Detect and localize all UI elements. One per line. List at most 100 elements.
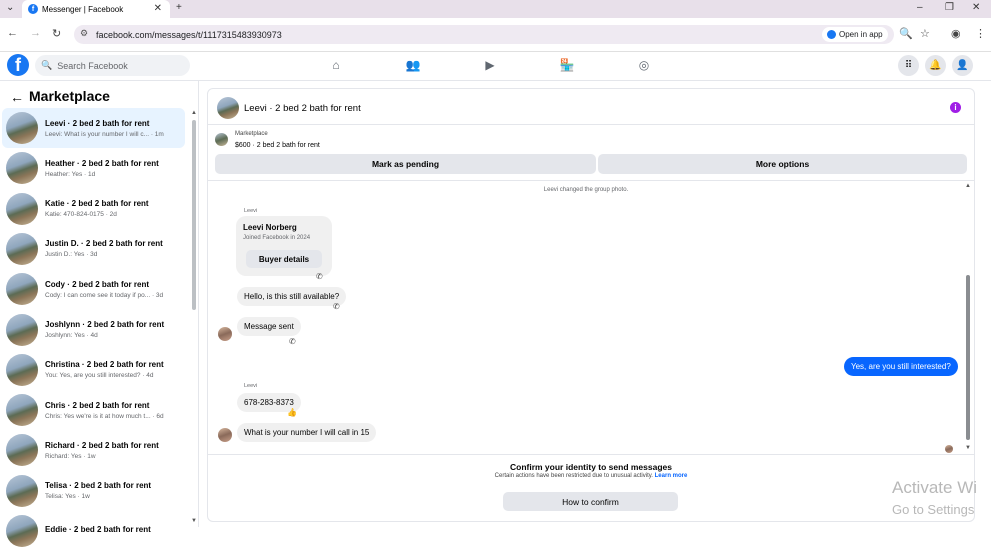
conversation-item[interactable]: Heather · 2 bed 2 bath for rent Heather: … [2, 148, 185, 188]
how-to-confirm-button[interactable]: How to confirm [503, 492, 678, 511]
conversation-item[interactable]: Justin D. · 2 bed 2 bath for rent Justin … [2, 229, 185, 269]
mark-as-pending-button[interactable]: Mark as pending [215, 154, 596, 174]
url-field[interactable]: ⚙ facebook.com/messages/t/11173154839309… [74, 25, 894, 44]
restore-icon[interactable]: ❐ [945, 2, 954, 13]
conversation-avatar [6, 192, 38, 225]
facebook-app-icon [827, 30, 836, 39]
conversation-name: Leevi · 2 bed 2 bath for rent [45, 118, 150, 128]
conversation-avatar [6, 232, 38, 265]
search-icon: 🔍 [41, 60, 53, 70]
system-message: Leevi changed the group photo. [543, 187, 629, 193]
chat-avatar[interactable] [217, 97, 239, 119]
conversation-item[interactable]: Katie · 2 bed 2 bath for rent Katie: 470-… [2, 189, 185, 229]
call-icon: ✆ [289, 337, 296, 346]
conversation-avatar [6, 112, 38, 144]
back-arrow-icon[interactable]: ← [10, 89, 24, 105]
scroll-down-icon[interactable]: ▼ [191, 518, 197, 524]
conversation-item[interactable]: Richard · 2 bed 2 bath for rent Richard: … [2, 430, 185, 470]
call-icon: ✆ [316, 272, 323, 281]
tab-list-icon[interactable]: ⌄ [6, 2, 14, 13]
conversation-preview: Heather: Yes · 1d [45, 170, 96, 178]
info-icon[interactable]: i [950, 102, 961, 113]
messages-scrollbar[interactable] [966, 275, 970, 440]
header-divider [208, 124, 974, 125]
conversation-item[interactable]: Cody · 2 bed 2 bath for rent Cody: I can … [2, 269, 185, 309]
facebook-favicon-icon: f [28, 4, 38, 14]
conversation-name: Eddie · 2 bed 2 bath for rent [45, 525, 151, 534]
marketplace-icon[interactable]: 🏪 [559, 57, 575, 73]
buyer-details-button[interactable]: Buyer details [246, 250, 322, 268]
call-icon: ✆ [333, 302, 340, 311]
sidebar-title: Marketplace [29, 88, 110, 104]
thumbs-up-reaction-icon[interactable]: 👍 [287, 408, 297, 417]
conversation-preview: Chris: Yes we're is it at how much t... … [45, 412, 164, 420]
site-info-icon[interactable]: ⚙ [80, 28, 88, 39]
browser-tab[interactable]: f Messenger | Facebook ✕ [22, 0, 170, 18]
sender-label: Leevi [244, 383, 258, 389]
conversation-preview: Leevi: What is your number I will c... ·… [45, 130, 164, 138]
scroll-up-icon[interactable]: ▲ [191, 110, 197, 116]
message-bubble[interactable]: Hello, is this still available? [237, 287, 347, 306]
conversation-avatar [6, 515, 38, 547]
new-tab-icon[interactable]: + [176, 2, 182, 13]
confirm-identity-title: Confirm your identity to send messages [509, 462, 672, 472]
reload-icon[interactable]: ↻ [52, 27, 61, 40]
conversation-preview: Richard: Yes · 1w [45, 452, 96, 460]
conversation-name: Richard · 2 bed 2 bath for rent [45, 440, 159, 450]
composer-divider [208, 454, 974, 455]
forward-icon[interactable]: → [30, 27, 41, 39]
bookmark-star-icon[interactable]: ☆ [920, 27, 930, 40]
browser-menu-icon[interactable]: ⋮ [975, 27, 986, 40]
message-bubble[interactable]: Message sent [237, 317, 301, 336]
minimize-icon[interactable]: – [917, 2, 923, 13]
home-icon[interactable]: ⌂ [328, 57, 344, 73]
conversation-item[interactable]: Joshlynn · 2 bed 2 bath for rent Joshlynn… [2, 310, 185, 350]
notifications-icon[interactable]: 🔔 [925, 55, 946, 76]
scroll-down-icon[interactable]: ▼ [965, 445, 971, 451]
conversation-preview: Joshlynn: Yes · 4d [45, 332, 98, 339]
conversation-item[interactable]: Christina · 2 bed 2 bath for rent You: Ye… [2, 350, 185, 390]
conversation-name: Justin D. · 2 bed 2 bath for rent [45, 239, 163, 249]
confirm-identity-subtitle: Certain actions have been restricted due… [208, 473, 974, 479]
facebook-logo[interactable]: f [7, 54, 29, 76]
conversation-avatar [6, 474, 38, 507]
sender-avatar[interactable] [218, 428, 232, 442]
facebook-search-input[interactable]: 🔍 Search Facebook [35, 55, 190, 76]
conversation-item[interactable]: Telisa · 2 bed 2 bath for rent Telisa: Ye… [2, 471, 185, 511]
conversation-preview: Telisa: Yes · 1w [45, 493, 90, 501]
conversation-item[interactable]: Leevi · 2 bed 2 bath for rent Leevi: What… [2, 108, 185, 148]
sidebar-scrollbar[interactable] [192, 120, 196, 310]
learn-more-link[interactable]: Learn more [655, 473, 688, 479]
account-avatar[interactable]: 👤 [952, 55, 973, 76]
conversation-item[interactable]: Eddie · 2 bed 2 bath for rent [2, 511, 185, 551]
conversation-name: Telisa · 2 bed 2 bath for rent [45, 481, 152, 491]
more-options-button[interactable]: More options [598, 154, 967, 174]
tab-close-icon[interactable]: ✕ [154, 3, 162, 14]
conversation-avatar [6, 394, 38, 427]
open-in-app-label: Open in app [839, 30, 883, 39]
conversation-item[interactable]: Chris · 2 bed 2 bath for rent Chris: Yes … [2, 390, 185, 430]
profile-icon[interactable]: ◉ [951, 27, 961, 40]
sender-avatar[interactable] [218, 327, 232, 341]
conversation-avatar [6, 434, 38, 467]
watch-icon[interactable]: ▶ [482, 57, 498, 73]
conversation-avatar [6, 273, 38, 306]
menu-grid-icon[interactable]: ⠿ [898, 55, 919, 76]
tab-title: Messenger | Facebook [42, 4, 124, 14]
own-message-bubble[interactable]: Yes, are you still interested? [844, 357, 958, 376]
back-icon[interactable]: ← [7, 27, 18, 39]
activate-windows-watermark-sub: Go to Settings [892, 502, 975, 517]
buyer-joined: Joined Facebook in 2024 [243, 235, 311, 241]
friends-icon[interactable]: 👥 [405, 57, 421, 73]
groups-icon[interactable]: ◎ [636, 57, 652, 73]
listing-thumbnail[interactable] [215, 133, 228, 146]
zoom-icon[interactable]: 🔍 [899, 27, 913, 40]
message-bubble[interactable]: What is your number I will call in 15 [237, 423, 377, 442]
open-in-app-button[interactable]: Open in app [822, 27, 888, 42]
chat-title[interactable]: Leevi · 2 bed 2 bath for rent [244, 103, 361, 114]
conversation-name: Katie · 2 bed 2 bath for rent [45, 199, 149, 209]
restriction-text: Certain actions have been restricted due… [494, 473, 653, 479]
listing-title[interactable]: $600 · 2 bed 2 bath for rent [235, 142, 320, 149]
window-close-icon[interactable]: ✕ [972, 2, 980, 13]
scroll-up-icon[interactable]: ▲ [965, 183, 971, 189]
